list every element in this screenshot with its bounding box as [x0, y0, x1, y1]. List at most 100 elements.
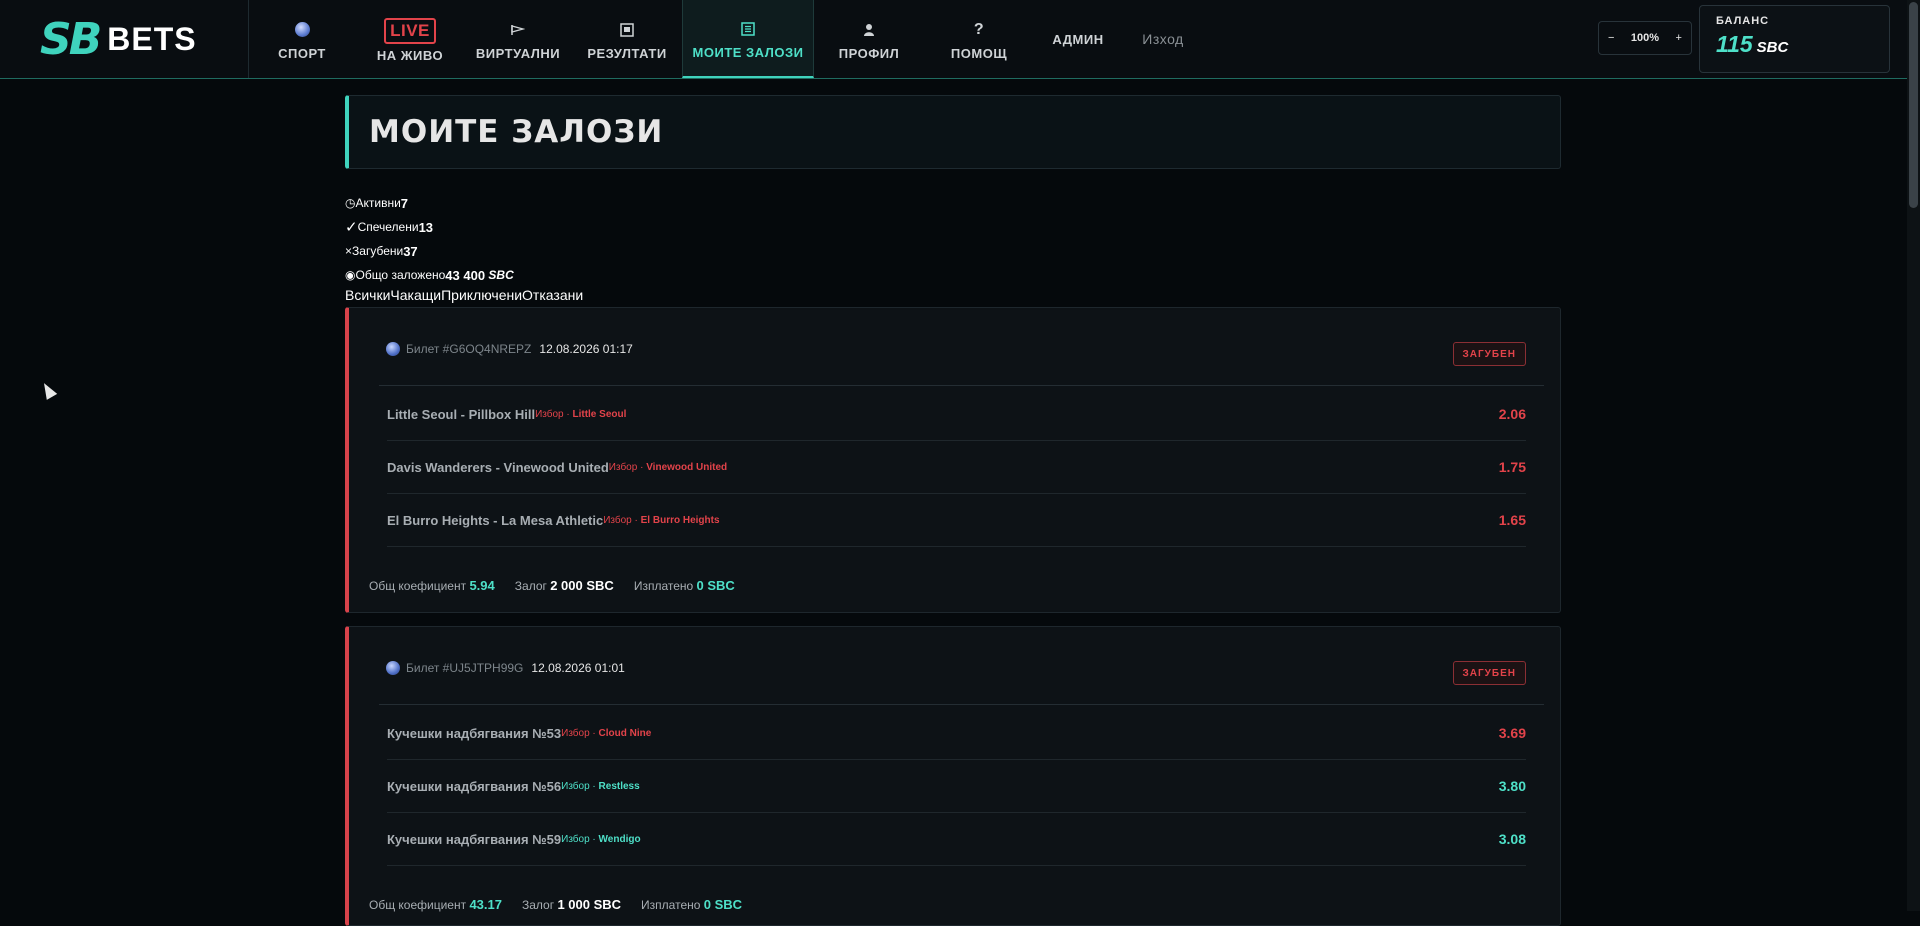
- stat-lost-label: Загубени: [352, 244, 404, 258]
- help-icon: ?: [973, 20, 985, 38]
- ticket-footer: Общ коефициент 43.17 Залог 1 000 SBC Изп…: [369, 897, 742, 912]
- nav-logout-label: Изход: [1142, 31, 1184, 47]
- selection-row: El Burro Heights - La Mesa Athletic Избо…: [387, 494, 1526, 547]
- selection-pick: Избор · El Burro Heights: [603, 514, 720, 526]
- coin-icon: ◉: [345, 268, 356, 282]
- scrollbar-thumb[interactable]: [1909, 2, 1918, 208]
- ticket-header: Билет #UJ5JTPH99G 12.08.2026 01:01: [386, 661, 625, 675]
- live-icon: LIVE: [384, 16, 436, 46]
- selection-odd: 3.08: [1498, 831, 1526, 847]
- ticket-datetime: 12.08.2026 01:01: [531, 661, 625, 675]
- bet-ticket[interactable]: Билет #G6OQ4NREPZ 12.08.2026 01:17 ЗАГУБ…: [345, 307, 1561, 613]
- nav-help[interactable]: ? ПОМОЩ: [924, 0, 1034, 78]
- stake: Залог 1 000 SBC: [522, 897, 622, 912]
- selection-pick: Избор · Restless: [561, 780, 640, 792]
- nav-logout[interactable]: Изход: [1122, 0, 1204, 78]
- cross-icon: ×: [345, 244, 353, 258]
- nav-results[interactable]: РЕЗУЛТАТИ: [572, 0, 682, 78]
- ticket-footer: Общ коефициент 5.94 Залог 2 000 SBC Изпл…: [369, 578, 735, 593]
- logo-bets: BETS: [107, 20, 197, 57]
- status-badge: ЗАГУБЕН: [1452, 342, 1526, 366]
- bet-ticket[interactable]: Билет #UJ5JTPH99G 12.08.2026 01:01 ЗАГУБ…: [345, 626, 1561, 926]
- globe-icon: [386, 342, 400, 356]
- nav-virtual[interactable]: ВИРТУАЛНИ: [464, 0, 572, 78]
- stat-total-label: Общо заложено: [355, 268, 446, 282]
- ticket-divider: [379, 704, 1544, 705]
- selection-odd: 3.80: [1498, 778, 1526, 794]
- selection-pick: Избор · Cloud Nine: [561, 727, 652, 739]
- zoom-out-button[interactable]: −: [1608, 32, 1614, 44]
- ticket-id: Билет #UJ5JTPH99G: [406, 661, 524, 675]
- mouse-cursor-icon: [38, 380, 58, 400]
- stat-total: ◉ Общо заложено 43 400 SBC: [345, 263, 514, 287]
- ticket-divider: [379, 385, 1544, 386]
- nav-profile[interactable]: ПРОФИЛ: [814, 0, 924, 78]
- nav-sport[interactable]: СПОРТ: [248, 0, 356, 78]
- sbbets-logo[interactable]: SB BETS: [40, 13, 197, 65]
- nav-my-bets-label: МОИТЕ ЗАЛОЗИ: [692, 44, 804, 60]
- balance-amount-row: 115 SBC: [1716, 31, 1873, 58]
- stake: Залог 2 000 SBC: [514, 578, 614, 593]
- selection-odd: 3.69: [1498, 725, 1526, 741]
- selection-row: Кучешки надбягвания №59 Избор · Wendigo …: [387, 813, 1526, 866]
- selection-event: Кучешки надбягвания №56: [387, 778, 562, 794]
- page-scrollbar[interactable]: [1907, 0, 1920, 911]
- stat-lost-value: 37: [403, 243, 418, 259]
- balance-amount: 115: [1716, 31, 1753, 57]
- selection-odd: 1.75: [1498, 459, 1526, 475]
- filter-settled[interactable]: Приключени: [441, 287, 522, 303]
- nav-my-bets[interactable]: МОИТЕ ЗАЛОЗИ: [682, 0, 814, 78]
- selection-pick: Избор · Vinewood United: [608, 461, 728, 473]
- nav-results-label: РЕЗУЛТАТИ: [587, 45, 667, 61]
- bet-filters: Всички Чакащи Приключени Отказани: [345, 287, 583, 303]
- stat-won: ✓ Спечелени 13: [345, 215, 514, 239]
- selection-row: Little Seoul - Pillbox Hill Избор · Litt…: [387, 388, 1526, 441]
- selection-odd: 2.06: [1498, 406, 1526, 422]
- stat-won-value: 13: [418, 219, 434, 235]
- main-nav: СПОРТ LIVE НА ЖИВО ВИРТУАЛНИ РЕЗУЛТАТИ М…: [248, 0, 1204, 78]
- nav-live[interactable]: LIVE НА ЖИВО: [356, 0, 464, 78]
- payout: Изплатено 0 SBC: [633, 578, 735, 593]
- nav-sport-label: СПОРТ: [278, 45, 326, 61]
- filter-all[interactable]: Всички: [345, 287, 390, 303]
- selection-pick: Избор · Wendigo: [561, 833, 641, 845]
- selection-odd: 1.65: [1498, 512, 1526, 528]
- stat-lost: × Загубени 37: [345, 239, 514, 263]
- results-icon: [620, 18, 634, 42]
- flag-icon: [511, 18, 525, 42]
- bet-stats: ◷ Активни 7 ✓ Спечелени 13 × Загубени 37 ◉ Общо…: [345, 191, 514, 287]
- stat-active: ◷ Активни 7: [345, 191, 514, 215]
- globe-icon: [294, 18, 310, 42]
- nav-live-label: НА ЖИВО: [376, 47, 444, 63]
- selection-row: Кучешки надбягвания №53 Избор · Cloud Ni…: [387, 707, 1526, 760]
- status-badge: ЗАГУБЕН: [1452, 661, 1526, 685]
- ticket-datetime: 12.08.2026 01:17: [539, 342, 633, 356]
- stat-won-label: Спечелени: [357, 220, 419, 234]
- top-navbar: SB BETS СПОРТ LIVE НА ЖИВО ВИРТУАЛНИ РЕЗ…: [0, 0, 1907, 79]
- balance-box: БАЛАНС 115 SBC: [1699, 5, 1890, 73]
- filter-pending[interactable]: Чакащи: [390, 287, 441, 303]
- total-odds: Общ коефициент 43.17: [369, 897, 502, 912]
- nav-admin-label: АДМИН: [1052, 31, 1104, 47]
- ticket-id: Билет #G6OQ4NREPZ: [406, 342, 532, 356]
- clock-icon: ◷: [345, 196, 356, 210]
- nav-help-label: ПОМОЩ: [950, 45, 1008, 61]
- balance-label: БАЛАНС: [1716, 15, 1770, 27]
- zoom-in-button[interactable]: +: [1676, 32, 1682, 44]
- globe-icon: [386, 661, 400, 675]
- stat-total-value: 43 400: [445, 267, 486, 283]
- nav-virtual-label: ВИРТУАЛНИ: [475, 45, 561, 61]
- selection-event: El Burro Heights - La Mesa Athletic: [387, 512, 604, 528]
- selection-event: Кучешки надбягвания №59: [387, 831, 562, 847]
- page-title: МОИТЕ ЗАЛОЗИ: [369, 114, 664, 150]
- selection-pick: Избор · Little Seoul: [535, 408, 627, 420]
- selection-event: Little Seoul - Pillbox Hill: [387, 406, 536, 422]
- balance-currency: SBC: [1756, 39, 1789, 56]
- check-icon: ✓: [345, 219, 358, 236]
- nav-admin[interactable]: АДМИН: [1034, 0, 1122, 78]
- logo-sb: SB: [40, 13, 102, 65]
- selection-event: Кучешки надбягвания №53: [387, 725, 562, 741]
- selection-event: Davis Wanderers - Vinewood United: [387, 459, 609, 475]
- nav-profile-label: ПРОФИЛ: [838, 45, 900, 61]
- filter-cancelled[interactable]: Отказани: [522, 287, 583, 303]
